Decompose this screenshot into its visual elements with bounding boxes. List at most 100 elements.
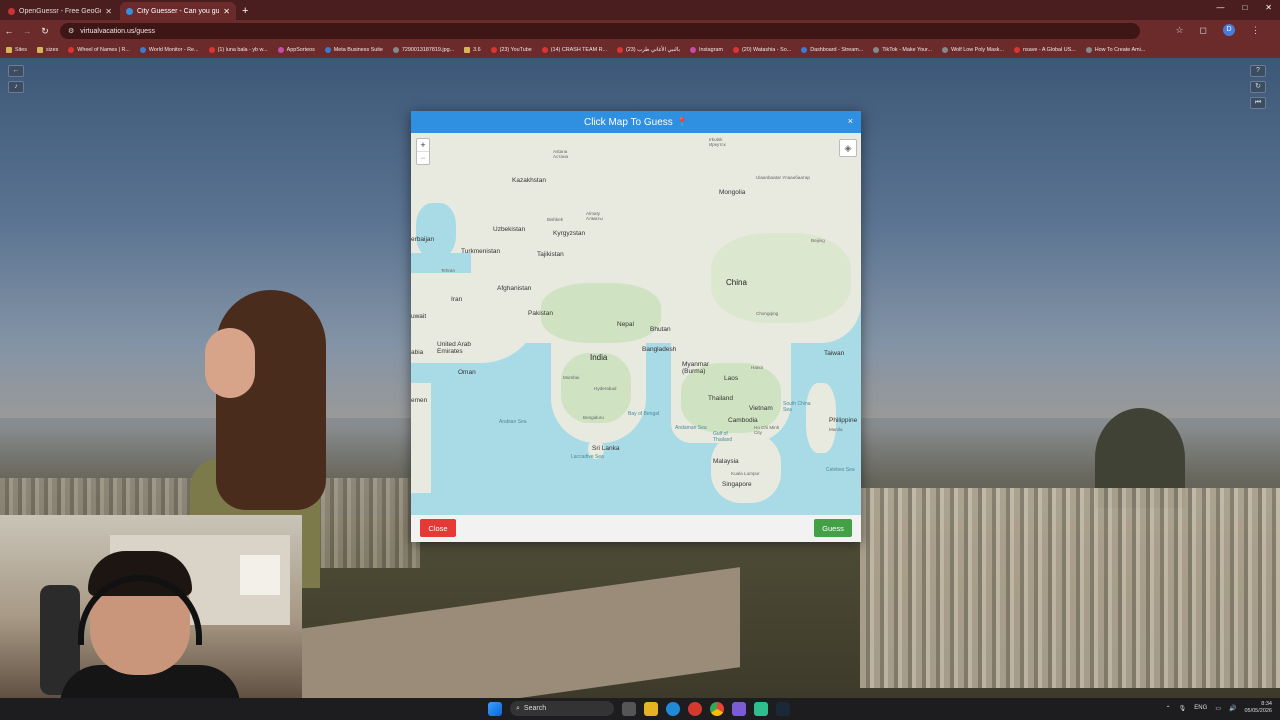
room-window [240, 555, 280, 595]
bookmark-item[interactable]: (20) Watashia - So... [732, 47, 791, 53]
bookmark-item[interactable]: (1) luna bala - yb w... [208, 47, 268, 53]
bookmark-item[interactable]: How To Create Ami... [1085, 47, 1145, 53]
clock-date: 05/05/2026 [1244, 708, 1272, 714]
forward-icon[interactable]: → [18, 26, 36, 36]
guess-button[interactable]: Guess [814, 519, 852, 537]
steam-icon[interactable] [776, 701, 790, 716]
map-label: Kyrgyzstan [553, 230, 586, 237]
toolbar-actions: ☆ ◻ D ⋮ [1175, 24, 1260, 36]
map-label: Nepal [617, 321, 634, 328]
refresh-icon[interactable]: ↻ [1250, 81, 1266, 93]
map-label: Turkmenistan [461, 248, 501, 255]
map-label: Sri Lanka [592, 445, 620, 452]
city-label: Kuala Lumpur [731, 471, 760, 476]
map-label: erbaijan [411, 236, 435, 243]
file-explorer-icon[interactable] [644, 701, 658, 716]
new-tab-button[interactable]: + [242, 2, 248, 20]
land-malaysia [711, 433, 781, 503]
map-label: Iran [451, 296, 463, 303]
tab-strip: OpenGuessr - Free GeoGuessr ✕ City Guess… [0, 0, 1280, 20]
youtube-icon [490, 47, 497, 53]
tab-title: OpenGuessr - Free GeoGuessr [19, 7, 101, 15]
language-indicator[interactable]: ENG [1194, 705, 1207, 711]
tab-city-guesser[interactable]: City Guesser - Can you gue ✕ [120, 2, 236, 20]
bookmark-item[interactable]: AppSorteos [277, 47, 315, 53]
clock-time: 8:34 [1261, 701, 1272, 707]
discord-icon[interactable] [732, 701, 746, 716]
map-label: Singapore [722, 481, 752, 488]
volume-icon[interactable]: 🔊 [1229, 705, 1236, 712]
bookmark-item[interactable]: Dashboard - Stream... [801, 47, 863, 53]
sound-icon[interactable]: ♪ [8, 81, 24, 93]
opera-icon[interactable] [688, 701, 702, 716]
bookmark-item[interactable]: nsave - A Global US... [1014, 47, 1076, 53]
bookmark-item[interactable]: Wolf Low Poly Mask... [942, 47, 1004, 53]
chrome-icon[interactable] [710, 701, 724, 716]
bookmark-item[interactable]: 3.6 [464, 47, 481, 53]
edge-icon[interactable] [666, 701, 680, 716]
modal-close-icon[interactable]: × [848, 116, 853, 126]
bookmark-item[interactable]: 7290013187819.jpg... [392, 47, 454, 53]
close-tab-icon[interactable]: ✕ [223, 7, 230, 16]
layers-icon[interactable]: ◈ [839, 139, 857, 157]
bookmark-item[interactable]: Wheel of Names | R... [68, 47, 130, 53]
zoom-out-button[interactable]: − [417, 151, 429, 164]
tray-overflow-icon[interactable]: ⌃ [1166, 705, 1171, 712]
city-label: Bishkek [547, 217, 564, 222]
windows-start-icon[interactable] [488, 701, 502, 716]
bookmark-item[interactable]: World Monitor - Re... [139, 47, 199, 53]
city-label: Chongqing [756, 311, 779, 316]
youtube-icon [541, 47, 548, 53]
caspian-sea [416, 203, 456, 258]
app-icon[interactable] [754, 701, 768, 716]
search-icon: ⌕ [516, 704, 520, 712]
clock[interactable]: 8:34 05/05/2026 [1244, 701, 1272, 715]
close-window-button[interactable]: ✕ [1265, 3, 1272, 12]
folder-icon [6, 47, 12, 53]
map-label: Myanmar (Burma) [682, 361, 710, 375]
map-label: Kazakhstan [512, 177, 546, 184]
reload-icon[interactable]: ↻ [36, 26, 54, 37]
globe-icon [392, 47, 399, 53]
bookmark-item[interactable]: sizes [36, 47, 58, 53]
close-button[interactable]: Close [420, 519, 456, 537]
map-label: Vietnam [749, 405, 773, 412]
maximize-button[interactable]: □ [1242, 3, 1247, 12]
bookmark-item[interactable]: Instagram [689, 47, 723, 53]
mic-icon[interactable]: 🎙 [1179, 705, 1187, 712]
info-icon[interactable]: ? [1250, 65, 1266, 77]
tab-title: City Guesser - Can you gue [137, 7, 220, 15]
map-label: Philippine [829, 417, 858, 424]
bookmark-item[interactable]: TikTok - Make Your... [873, 47, 932, 53]
bookmark-item[interactable]: Meta Business Suite [324, 47, 383, 53]
bookmark-item[interactable]: (23) YouTube [490, 47, 532, 53]
city-label: Ho Chi Minh City [754, 425, 780, 435]
sea-label: Andaman Sea [675, 425, 707, 431]
sea-label: Gulf of Thailand [713, 431, 733, 443]
skip-icon[interactable]: ⏮ [1250, 97, 1266, 109]
task-view-icon[interactable] [622, 701, 636, 716]
person-hair [216, 290, 326, 510]
guess-map[interactable]: Kazakhstan Mongolia Uzbekistan Kyrgyzsta… [411, 133, 861, 515]
zoom-in-button[interactable]: + [417, 139, 429, 151]
instagram-icon [689, 47, 696, 53]
minimize-button[interactable]: — [1216, 3, 1224, 12]
bookmark-item[interactable]: (14) CRASH TEAM R... [541, 47, 607, 53]
bookmark-star-icon[interactable]: ☆ [1175, 25, 1183, 36]
bookmark-item[interactable]: (23) بالنبي الأغاني طرب [616, 47, 680, 53]
back-arrow-icon[interactable]: ← [8, 65, 24, 77]
window-controls: — □ ✕ [1216, 3, 1272, 12]
city-label: Manila [829, 427, 843, 432]
menu-icon[interactable]: ⋮ [1251, 25, 1260, 36]
address-bar[interactable]: ⚙ virtualvacation.us/guess [60, 23, 1140, 39]
map-label: United Arab Emirates [437, 341, 471, 355]
taskbar-search[interactable]: ⌕ Search [510, 701, 614, 716]
bookmark-item[interactable]: Sites [6, 47, 27, 53]
extensions-icon[interactable]: ◻ [1200, 25, 1207, 36]
profile-avatar[interactable]: D [1223, 24, 1235, 36]
network-icon[interactable]: ▭ [1215, 705, 1221, 712]
close-tab-icon[interactable]: ✕ [105, 7, 112, 16]
site-info-icon[interactable]: ⚙ [68, 27, 74, 35]
back-icon[interactable]: ← [0, 26, 18, 36]
tab-openguessr[interactable]: OpenGuessr - Free GeoGuessr ✕ [2, 2, 118, 20]
